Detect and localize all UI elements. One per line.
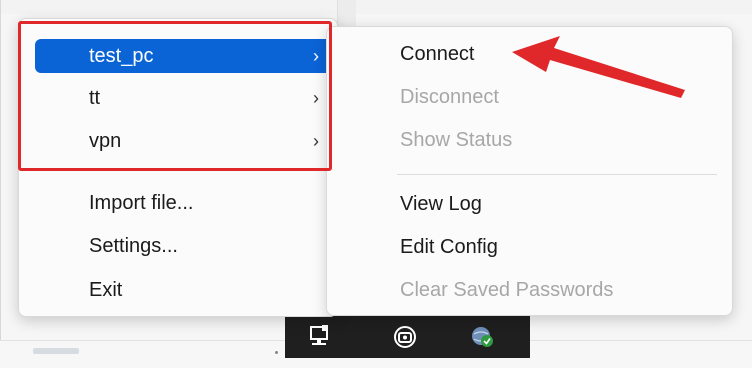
menu-item-label: Edit Config — [400, 236, 498, 258]
window-edge — [0, 0, 1, 367]
view-log-menu-item[interactable]: View Log — [327, 187, 732, 221]
menu-item-label: Exit — [89, 279, 123, 301]
edit-config-menu-item[interactable]: Edit Config — [327, 230, 732, 264]
desktop-top-strip — [0, 0, 752, 14]
menu-item-label: Disconnect — [400, 86, 499, 108]
settings-menu-item[interactable]: Settings... — [35, 229, 333, 263]
annotation-highlight-box — [18, 21, 332, 171]
background-dot — [275, 351, 278, 354]
menu-item-label: View Log — [400, 193, 482, 215]
taskbar-tray — [285, 316, 530, 358]
menu-item-label: Import file... — [89, 192, 194, 214]
menu-item-label: Show Status — [400, 129, 513, 151]
menu-separator — [397, 174, 717, 175]
menu-item-label: Connect — [400, 43, 475, 65]
annotation-arrow-icon — [500, 30, 690, 115]
menu-item-label: Settings... — [89, 235, 178, 257]
clear-saved-passwords-menu-item: Clear Saved Passwords — [327, 273, 732, 307]
menu-item-label: Clear Saved Passwords — [400, 279, 614, 301]
openvpn-gui-icon[interactable] — [392, 324, 418, 350]
exit-menu-item[interactable]: Exit — [35, 273, 333, 307]
show-status-menu-item: Show Status — [327, 123, 732, 157]
globe-shield-icon[interactable] — [470, 324, 496, 350]
import-file-menu-item[interactable]: Import file... — [35, 186, 333, 220]
background-tab — [33, 348, 79, 354]
network-pc-icon[interactable] — [307, 324, 333, 350]
